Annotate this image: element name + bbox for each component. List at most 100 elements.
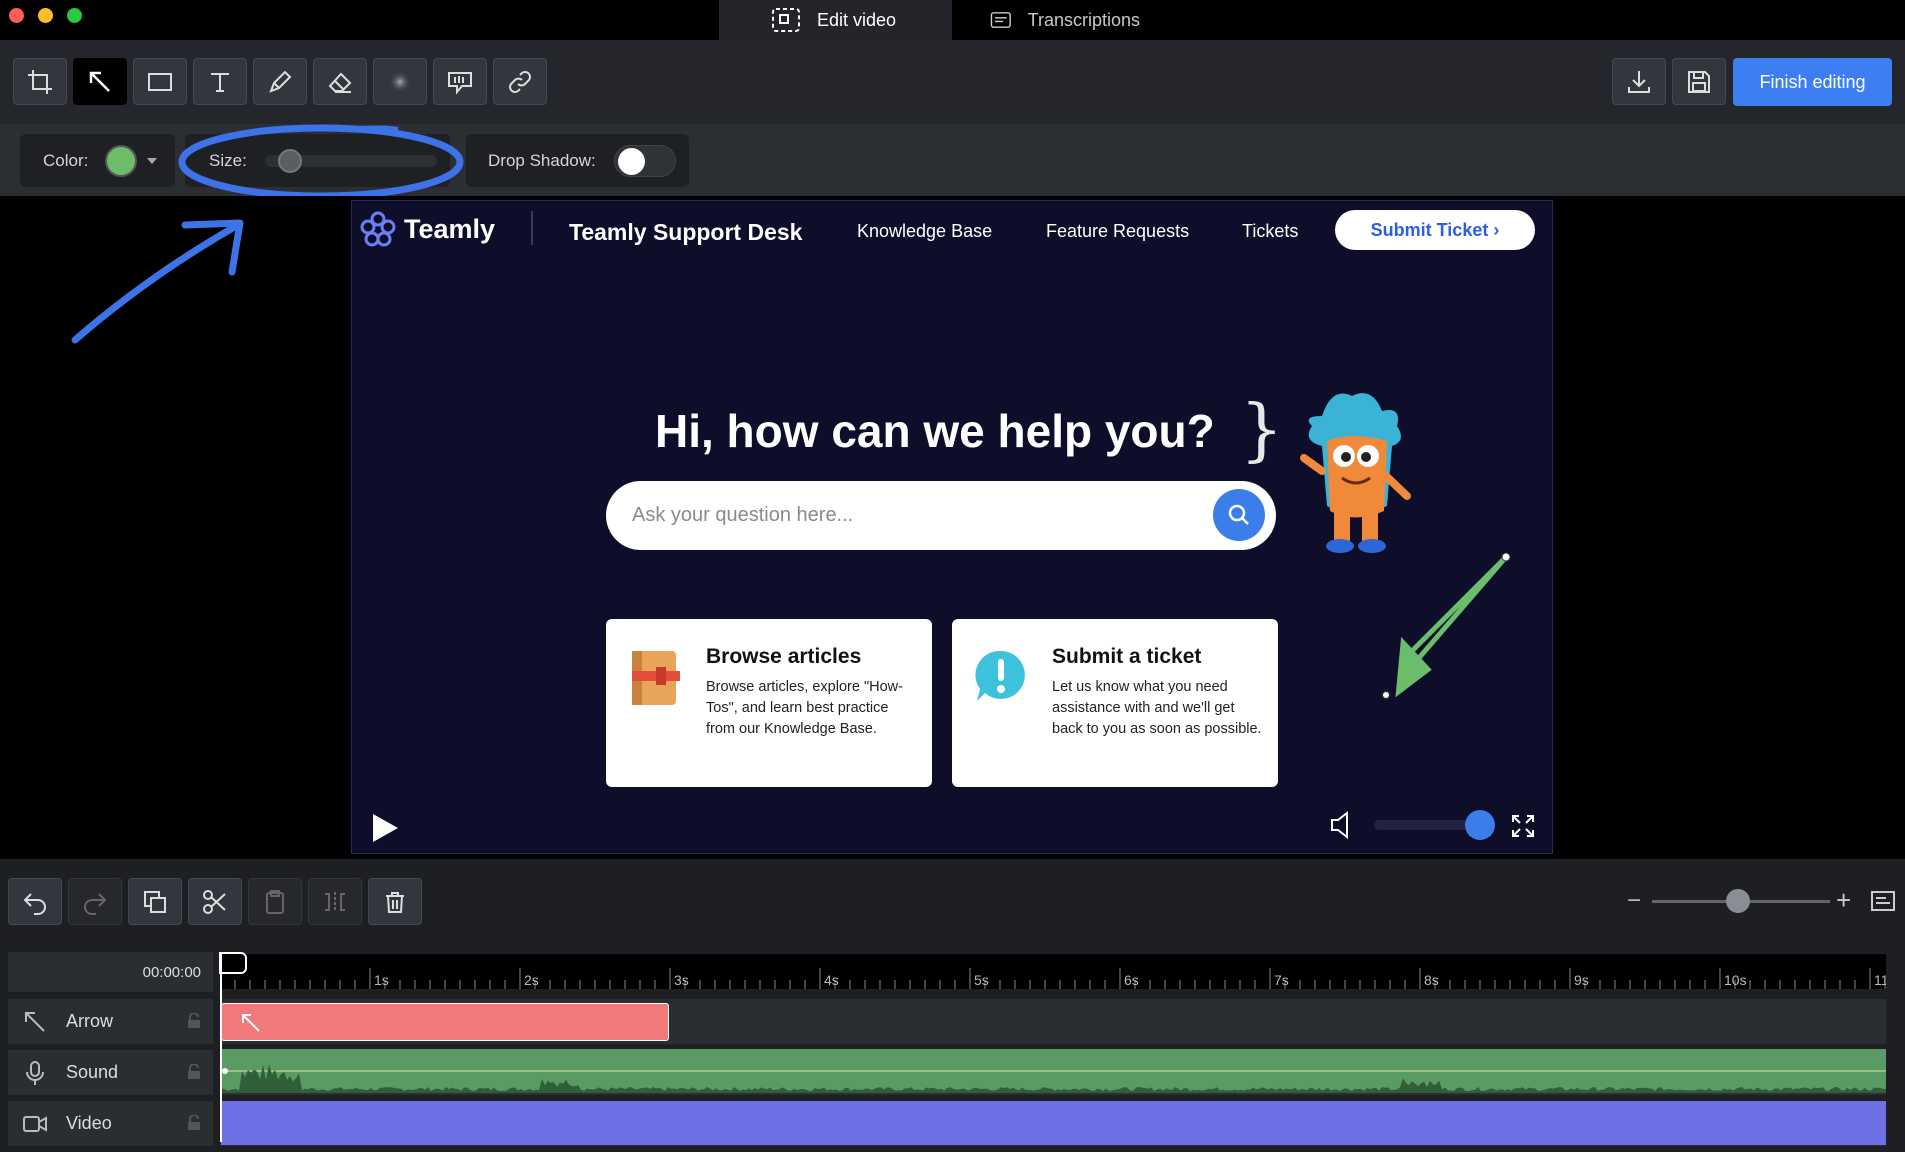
zoom-in-button[interactable]: + <box>1836 885 1851 916</box>
teamly-logo-icon <box>360 211 396 247</box>
tab-edit-video[interactable]: Edit video <box>719 0 952 40</box>
redo-button[interactable] <box>68 878 122 925</box>
color-swatch[interactable] <box>105 144 138 177</box>
site-logo: Teamly <box>360 211 495 247</box>
lock-icon[interactable] <box>187 1013 201 1029</box>
duplicate-icon <box>144 890 166 913</box>
color-label: Color: <box>43 150 89 170</box>
toggle-knob <box>618 148 645 175</box>
crop-icon <box>28 69 52 94</box>
duplicate-button[interactable] <box>128 878 182 925</box>
browse-articles-desc: Browse articles, explore "How-Tos", and … <box>706 679 903 737</box>
lock-icon[interactable] <box>187 1115 201 1131</box>
size-slider-handle[interactable] <box>278 149 302 173</box>
cut-button[interactable] <box>188 878 242 925</box>
browse-articles-title: Browse articles <box>706 645 862 668</box>
arrow-tool-button[interactable] <box>73 58 127 105</box>
zoom-out-button[interactable]: − <box>1627 887 1641 915</box>
close-window-button[interactable] <box>9 8 24 23</box>
microphone-icon <box>26 1060 44 1085</box>
download-button[interactable] <box>1612 58 1666 105</box>
nav-link-feature-requests: Feature Requests <box>1046 221 1190 241</box>
ruler-label: 9s <box>1574 972 1589 988</box>
blur-tool-button[interactable] <box>373 58 427 105</box>
rectangle-tool-button[interactable] <box>133 58 187 105</box>
sound-waveform <box>221 1063 1886 1093</box>
chevron-down-icon[interactable] <box>147 157 158 164</box>
arrow-icon <box>89 71 110 92</box>
link-tool-button[interactable] <box>493 58 547 105</box>
track-header-arrow: Arrow <box>8 999 213 1044</box>
delete-button[interactable] <box>368 878 422 925</box>
size-label: Size: <box>209 150 247 170</box>
text-icon <box>211 72 229 92</box>
ruler-label: 10s <box>1724 972 1747 988</box>
ruler-label: 3s <box>674 972 689 988</box>
download-icon <box>1628 70 1650 93</box>
sound-clip[interactable] <box>221 1049 1886 1093</box>
rectangle-icon <box>148 72 172 91</box>
drop-shadow-option: Drop Shadow: <box>466 134 689 187</box>
eraser-tool-button[interactable] <box>313 58 367 105</box>
arrow-track-icon <box>25 1011 45 1032</box>
track-header-video: Video <box>8 1101 213 1146</box>
eraser-icon <box>328 72 352 93</box>
text-tool-button[interactable] <box>193 58 247 105</box>
size-option: Size: <box>185 134 450 187</box>
video-camera-icon <box>23 1115 47 1132</box>
video-preview[interactable]: Teamly Teamly Support Desk Knowledge Bas… <box>351 200 1553 854</box>
timeline-toolbar: − + <box>0 859 1905 937</box>
finish-editing-button[interactable]: Finish editing <box>1733 58 1892 106</box>
callout-tool-button[interactable] <box>433 58 487 105</box>
hero-title: Hi, how can we help you? <box>655 405 1215 457</box>
playhead-line <box>220 952 222 1142</box>
submit-ticket-desc: Let us know what you need assistance wit… <box>1052 679 1262 737</box>
fit-timeline-icon[interactable] <box>1870 889 1896 913</box>
exclamation-bubble-icon <box>975 650 1025 701</box>
playhead-handle[interactable] <box>219 952 247 974</box>
nav-link-tickets: Tickets <box>1242 221 1299 241</box>
browse-articles-card: Browse articles Browse articles, explore… <box>606 619 932 787</box>
split-button[interactable] <box>308 878 362 925</box>
trash-icon <box>386 891 404 913</box>
undo-icon <box>23 892 46 915</box>
scissors-icon <box>203 889 226 914</box>
pen-tool-button[interactable] <box>253 58 307 105</box>
save-button[interactable] <box>1672 58 1726 105</box>
arrow-clip[interactable] <box>221 1003 669 1041</box>
lock-icon[interactable] <box>187 1064 201 1080</box>
drop-shadow-label: Drop Shadow: <box>488 150 596 170</box>
transcript-icon <box>990 12 1011 28</box>
minimize-window-button[interactable] <box>38 8 53 23</box>
site-logo-text: Teamly <box>404 213 496 244</box>
fullscreen-icon[interactable] <box>1510 813 1536 839</box>
volume-icon[interactable] <box>1329 811 1355 839</box>
volume-slider-handle[interactable] <box>1465 810 1495 840</box>
zoom-window-button[interactable] <box>67 8 82 23</box>
volume-slider[interactable] <box>1374 820 1469 830</box>
search-placeholder: Ask your question here... <box>632 504 854 526</box>
arrow-start-handle[interactable] <box>1381 690 1391 700</box>
tool-options-bar: Color: Size: Drop Shadow: <box>0 124 1905 196</box>
arrow-end-handle[interactable] <box>1501 552 1511 562</box>
ruler-label: 8s <box>1424 972 1439 988</box>
time-ruler[interactable]: 1s 2s 3s 4s 5s 6s 7s 8s 9s 10s 11 <box>220 954 1886 989</box>
ruler-label: 4s <box>824 972 839 988</box>
drop-shadow-toggle[interactable] <box>614 145 676 177</box>
play-icon[interactable] <box>370 812 400 844</box>
current-time: 00:00:00 <box>8 952 213 992</box>
crop-tool-button[interactable] <box>13 58 67 105</box>
tab-transcriptions[interactable]: Transcriptions <box>952 0 1192 40</box>
paste-button[interactable] <box>248 878 302 925</box>
ruler-label: 11 <box>1874 972 1886 988</box>
undo-button[interactable] <box>8 878 62 925</box>
curly-brace-decoration: } <box>1240 391 1284 470</box>
edit-toolbar: Finish editing <box>0 40 1905 124</box>
video-clip[interactable] <box>221 1101 1886 1145</box>
ruler-label: 7s <box>1274 972 1289 988</box>
nav-link-knowledge-base: Knowledge Base <box>857 221 993 241</box>
track-header-sound: Sound <box>8 1050 213 1095</box>
timeline-zoom-handle[interactable] <box>1726 889 1750 913</box>
envelope-keyframe[interactable] <box>222 1068 228 1074</box>
color-option: Color: <box>20 134 175 187</box>
